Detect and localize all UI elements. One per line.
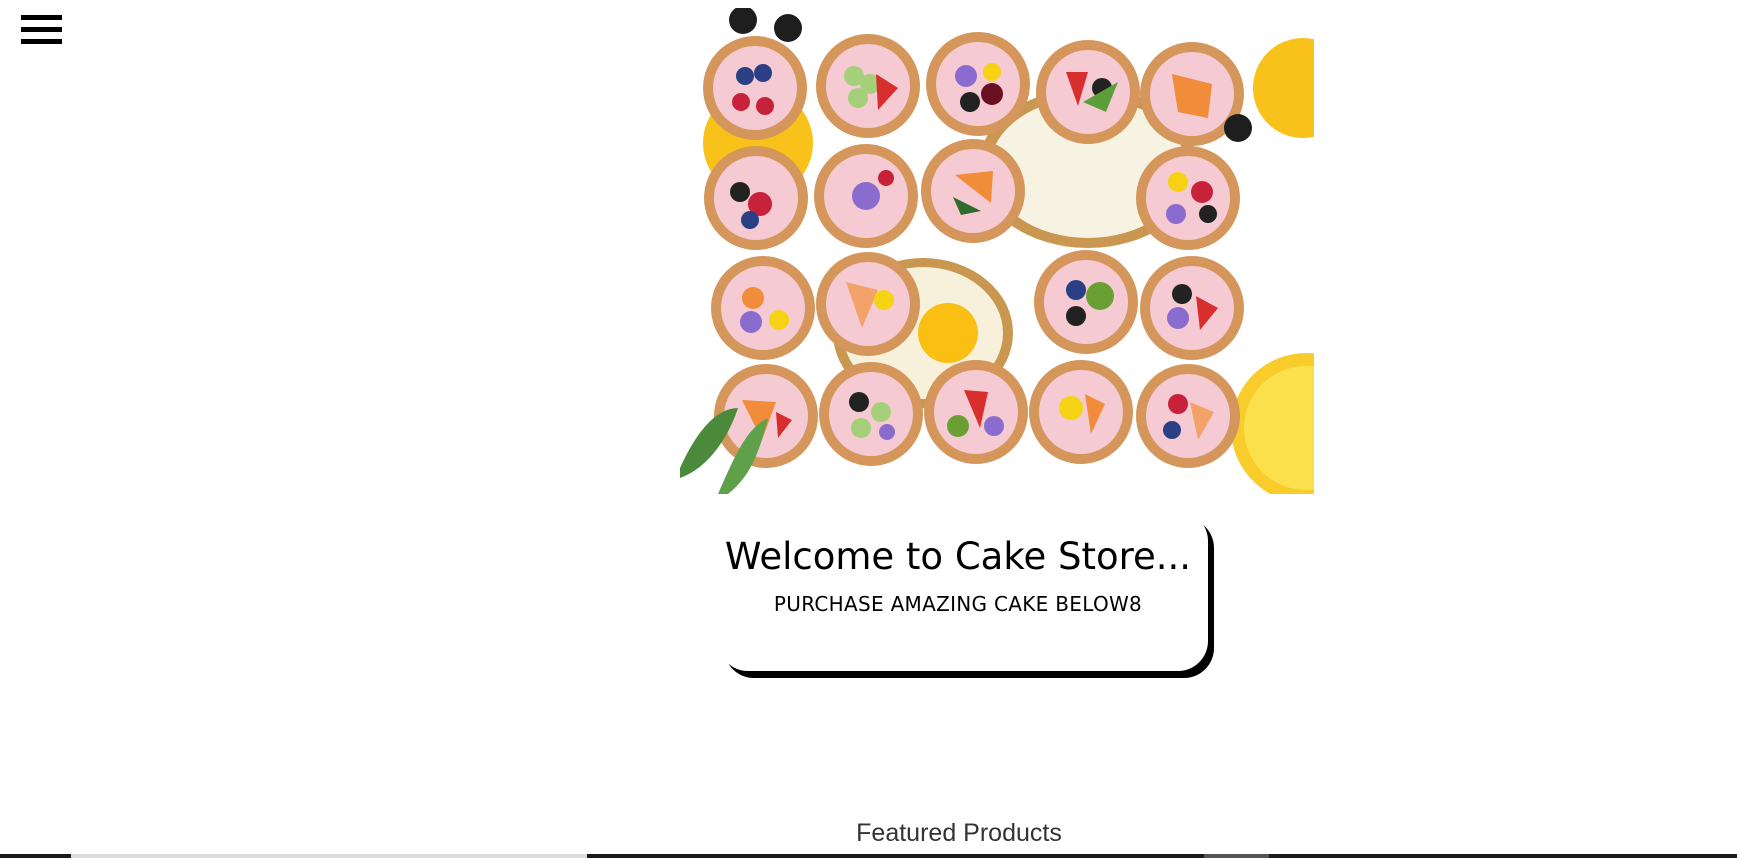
welcome-title: Welcome to Cake Store... xyxy=(724,535,1192,578)
hero-cake-image xyxy=(678,8,1314,494)
product-edge xyxy=(587,854,1204,858)
cake-collage-image xyxy=(680,8,1314,494)
product-edge xyxy=(1269,854,1737,858)
menu-icon-bar xyxy=(21,27,62,32)
welcome-subtitle: PURCHASE AMAZING CAKE BELOW8 xyxy=(773,592,1143,616)
menu-icon-bar xyxy=(21,15,62,20)
menu-icon[interactable] xyxy=(21,13,62,45)
product-strip-edge xyxy=(0,854,1737,858)
product-edge xyxy=(71,854,587,858)
product-edge xyxy=(1204,854,1269,858)
welcome-card: Welcome to Cake Store... PURCHASE AMAZIN… xyxy=(718,511,1208,671)
product-edge xyxy=(0,854,71,858)
menu-icon-bar xyxy=(21,39,62,44)
featured-products-heading: Featured Products xyxy=(856,819,1062,847)
